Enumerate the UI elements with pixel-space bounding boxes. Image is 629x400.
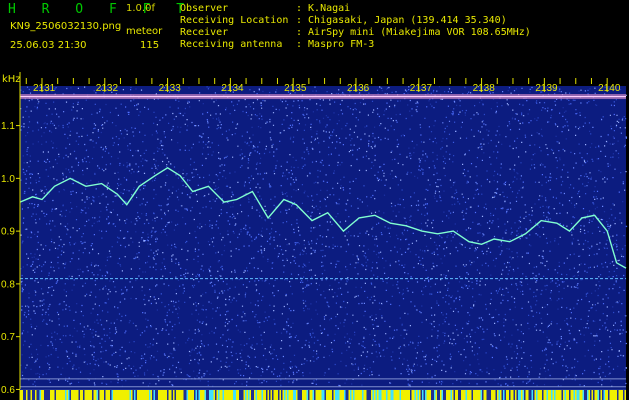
y-tick-label: 0.8 (1, 279, 15, 290)
x-tick-label: 2136 (347, 83, 370, 94)
x-tick-label: 2133 (159, 83, 182, 94)
y-tick-label: 0.7 (1, 332, 15, 343)
x-tick-label: 2134 (221, 83, 244, 94)
x-tick-label: 2140 (598, 83, 621, 94)
y-tick-label: 1.0 (1, 174, 15, 185)
bottom-intensity-bar (20, 389, 626, 400)
x-tick-label: 2132 (96, 83, 119, 94)
x-tick-label: 2138 (473, 83, 496, 94)
spectrogram-chart: 1.1 1.0 0.9 0.8 0.7 0.6 2131 2132 2133 2134 2135 21… (1, 72, 628, 400)
plot-background (20, 86, 626, 400)
y-tick-label: 0.6 (1, 385, 15, 396)
x-tick-label: 2131 (33, 83, 56, 94)
y-tick-label: 1.1 (1, 121, 15, 132)
y-tick-label: 0.9 (1, 227, 15, 238)
x-tick-label: 2135 (284, 83, 307, 94)
x-tick-label: 2139 (535, 83, 558, 94)
x-tick-label: 2137 (410, 83, 433, 94)
